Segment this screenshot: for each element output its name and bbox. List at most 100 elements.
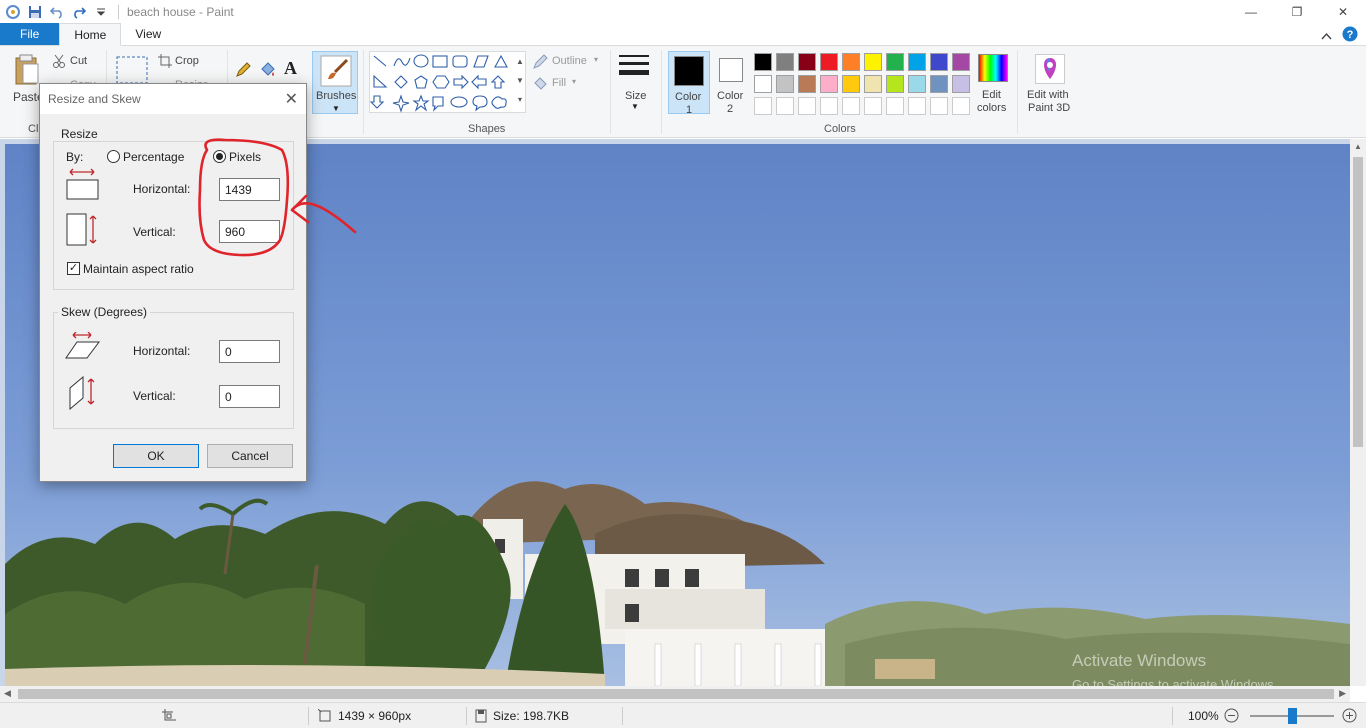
tab-file[interactable]: File <box>0 23 60 45</box>
custom-color-slot[interactable] <box>754 97 772 115</box>
color-swatch[interactable] <box>886 53 904 71</box>
brushes-dropdown-icon: ▼ <box>332 104 340 113</box>
color-swatch[interactable] <box>886 75 904 93</box>
customize-toolbar-icon[interactable] <box>92 3 110 21</box>
ribbon-tabs: File Home View ? <box>0 23 1366 46</box>
custom-color-slot[interactable] <box>820 97 838 115</box>
color2-button[interactable]: Color 2 <box>712 51 750 115</box>
resize-vertical-input[interactable]: 960 <box>219 220 280 243</box>
scroll-up-arrow[interactable]: ▲ <box>1350 142 1366 151</box>
fill-button[interactable]: Fill <box>552 77 566 89</box>
dialog-title: Resize and Skew <box>48 92 141 106</box>
color-swatch[interactable] <box>952 53 970 71</box>
selection-size-icon <box>318 709 331 722</box>
color1-swatch <box>674 56 704 86</box>
rainbow-icon <box>978 54 1008 82</box>
color2-label-line2: 2 <box>727 103 734 115</box>
resize-skew-dialog: Resize and Skew ✕ Resize By: Percentage … <box>39 83 307 482</box>
pixels-label[interactable]: Pixels <box>229 150 261 164</box>
skew-horizontal-input[interactable]: 0 <box>219 340 280 363</box>
custom-color-slot[interactable] <box>886 97 904 115</box>
vertical-scroll-thumb[interactable] <box>1353 157 1363 447</box>
brushes-button[interactable]: Brushes ▼ <box>312 51 358 114</box>
vertical-scrollbar[interactable]: ▲ <box>1350 139 1366 686</box>
color-swatch[interactable] <box>754 53 772 71</box>
color-swatch[interactable] <box>820 75 838 93</box>
color-swatch[interactable] <box>908 75 926 93</box>
color-swatch[interactable] <box>820 53 838 71</box>
edit-with-paint3d-button[interactable]: Edit with Paint 3D <box>1024 51 1076 114</box>
color-swatch[interactable] <box>864 53 882 71</box>
horizontal-scroll-thumb[interactable] <box>18 689 1334 699</box>
resize-horizontal-input[interactable]: 1439 <box>219 178 280 201</box>
outline-dropdown-icon: ▾ <box>594 55 599 64</box>
text-tool-icon[interactable]: A <box>284 58 297 79</box>
scroll-right-arrow[interactable]: ▶ <box>1339 688 1346 699</box>
dialog-close-icon[interactable]: ✕ <box>285 89 298 109</box>
color-swatch[interactable] <box>930 75 948 93</box>
color-swatch[interactable] <box>908 53 926 71</box>
zoom-in-button[interactable] <box>1342 708 1357 726</box>
color1-label-line2: 1 <box>686 104 693 116</box>
fill-bucket-icon[interactable] <box>259 62 276 81</box>
redo-icon[interactable] <box>70 3 88 21</box>
custom-color-slot[interactable] <box>776 97 794 115</box>
color-swatch[interactable] <box>864 75 882 93</box>
pixels-radio[interactable] <box>213 150 226 163</box>
color-swatch[interactable] <box>776 75 794 93</box>
color-swatch[interactable] <box>842 75 860 93</box>
zoom-out-button[interactable] <box>1224 708 1239 726</box>
maintain-aspect-label[interactable]: Maintain aspect ratio <box>83 262 194 276</box>
paste-icon[interactable] <box>14 54 40 89</box>
horizontal-scrollbar[interactable]: ◀ ▶ <box>0 686 1350 702</box>
resize-horizontal-label: Horizontal: <box>133 182 191 196</box>
paint-app-icon[interactable] <box>4 3 22 21</box>
custom-color-slot[interactable] <box>798 97 816 115</box>
cut-icon[interactable] <box>52 54 66 71</box>
cut-button[interactable]: Cut <box>70 55 87 67</box>
help-icon[interactable]: ? <box>1342 26 1358 45</box>
color1-button[interactable]: Color 1 <box>668 51 710 116</box>
cursor-position-icon <box>162 709 176 723</box>
color-swatch[interactable] <box>930 53 948 71</box>
color-swatch[interactable] <box>776 53 794 71</box>
percentage-label[interactable]: Percentage <box>123 150 184 164</box>
save-icon[interactable] <box>26 3 44 21</box>
tab-home[interactable]: Home <box>59 23 122 46</box>
custom-color-slot[interactable] <box>930 97 948 115</box>
pencil-icon[interactable] <box>235 62 251 81</box>
percentage-radio[interactable] <box>107 150 120 163</box>
shapes-scroll[interactable]: ▲ ▼ ▾ <box>514 52 526 112</box>
close-button[interactable]: ✕ <box>1320 0 1366 23</box>
color-swatch[interactable] <box>842 53 860 71</box>
custom-color-slot[interactable] <box>908 97 926 115</box>
custom-color-slot[interactable] <box>952 97 970 115</box>
crop-icon[interactable] <box>158 54 172 71</box>
size-button[interactable]: Size ▼ <box>617 52 653 114</box>
custom-color-slot[interactable] <box>864 97 882 115</box>
tab-view[interactable]: View <box>121 23 175 45</box>
zoom-slider[interactable] <box>1250 708 1334 724</box>
paint3d-line2: Paint 3D <box>1028 102 1071 114</box>
skew-vertical-input[interactable]: 0 <box>219 385 280 408</box>
collapse-ribbon-icon[interactable] <box>1321 29 1332 43</box>
file-size-text: Size: 198.7KB <box>493 709 570 723</box>
crop-button[interactable]: Crop <box>175 55 199 67</box>
undo-icon[interactable] <box>48 3 66 21</box>
minimize-button[interactable]: — <box>1228 0 1274 23</box>
color2-swatch <box>719 58 743 82</box>
color-swatch[interactable] <box>754 75 772 93</box>
custom-color-slot[interactable] <box>842 97 860 115</box>
scroll-left-arrow[interactable]: ◀ <box>4 688 11 699</box>
color-swatch[interactable] <box>952 75 970 93</box>
color-swatch[interactable] <box>798 75 816 93</box>
ok-button[interactable]: OK <box>113 444 199 468</box>
color-swatch[interactable] <box>798 53 816 71</box>
cancel-button[interactable]: Cancel <box>207 444 293 468</box>
maximize-button[interactable]: ❐ <box>1274 0 1320 23</box>
shapes-gallery[interactable] <box>369 51 526 113</box>
maintain-aspect-checkbox[interactable]: ✓ <box>67 262 80 275</box>
edit-colors-button[interactable]: Edit colors <box>975 51 1011 114</box>
zoom-slider-thumb[interactable] <box>1288 708 1297 724</box>
outline-button[interactable]: Outline <box>552 55 587 67</box>
